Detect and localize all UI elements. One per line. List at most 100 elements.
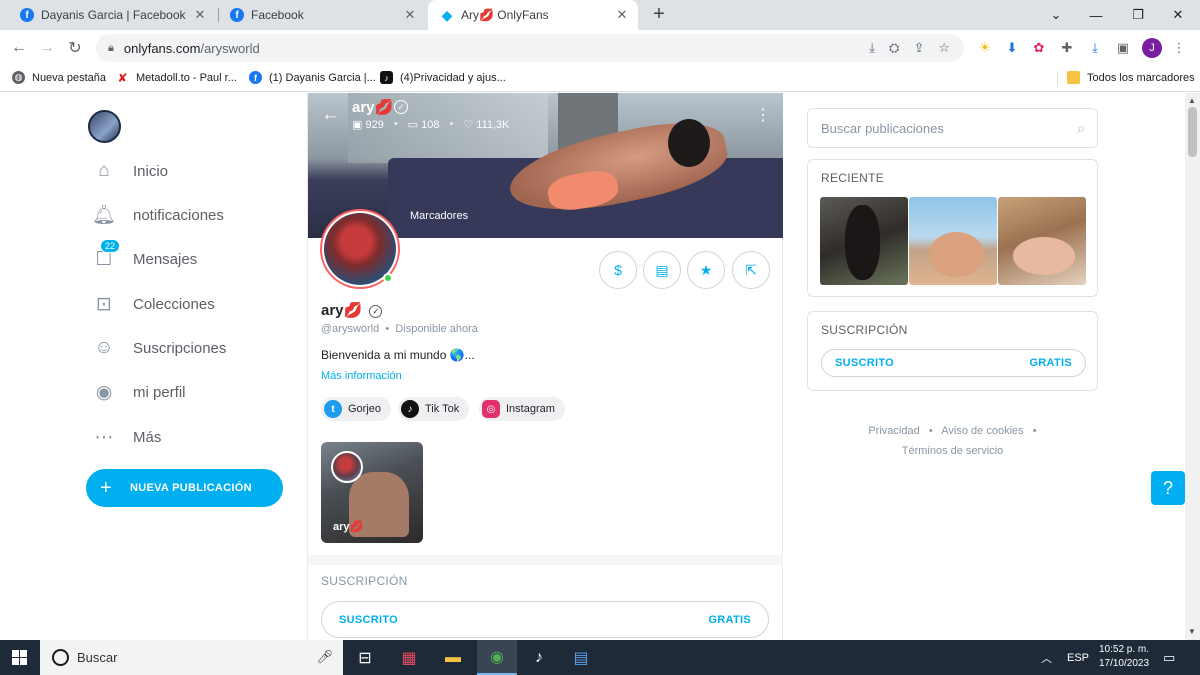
- bookmark-facebook[interactable]: f (1) Dayanis Garcia |...: [249, 71, 376, 84]
- scroll-up-icon[interactable]: ▲: [1188, 96, 1196, 105]
- search-icon[interactable]: ⌕: [1077, 120, 1085, 137]
- forward-arrow-icon[interactable]: →: [36, 38, 58, 58]
- chrome-menu-icon[interactable]: ⋮: [1170, 39, 1188, 57]
- chrome-taskbar-icon[interactable]: ◉: [477, 640, 517, 675]
- sidebar-item-subscriptions[interactable]: ☺ Suscripciones: [92, 335, 226, 361]
- share-icon[interactable]: ⇪: [913, 40, 924, 56]
- recent-thumbnail[interactable]: [909, 197, 997, 285]
- tray-chevron-icon[interactable]: ︿: [1041, 640, 1052, 675]
- tiktok-taskbar-icon[interactable]: ♪: [519, 640, 559, 675]
- tip-button[interactable]: $: [599, 251, 637, 289]
- lock-icon: 🔒︎: [108, 41, 114, 54]
- user-avatar[interactable]: [88, 110, 121, 143]
- sidebar-item-messages[interactable]: ☐ 22 Mensajes: [92, 239, 197, 272]
- download-extension-icon[interactable]: ⬇: [1003, 39, 1021, 57]
- subscribe-button[interactable]: SUSCRITO GRATIS: [321, 601, 769, 638]
- close-icon[interactable]: ✕: [402, 7, 418, 23]
- tab-title: Dayanis Garcia | Facebook: [41, 8, 186, 22]
- share-button[interactable]: ⇱: [732, 251, 770, 289]
- bookmark-new-tab[interactable]: ◍ Nueva pestaña: [12, 71, 106, 84]
- scroll-down-icon[interactable]: ▼: [1188, 627, 1196, 636]
- highlight-post[interactable]: ary💋: [321, 442, 423, 543]
- tab-search-chevron-icon[interactable]: ⌄: [1036, 0, 1076, 30]
- tab-facebook[interactable]: f Facebook ✕: [218, 0, 426, 30]
- weather-extension-icon[interactable]: ☀: [976, 39, 994, 57]
- language-indicator[interactable]: ESP: [1067, 640, 1089, 675]
- extensions-puzzle-icon[interactable]: ✚: [1058, 39, 1076, 57]
- tab-dayanis-facebook[interactable]: f Dayanis Garcia | Facebook ✕: [8, 0, 216, 30]
- facebook-icon: f: [249, 71, 262, 84]
- scrollbar[interactable]: ▲ ▼: [1185, 93, 1200, 640]
- close-icon[interactable]: ✕: [614, 7, 630, 23]
- bookmark-tiktok[interactable]: ♪ (4)Privacidad y ajus...: [380, 71, 506, 84]
- new-tab-button[interactable]: +: [648, 3, 670, 25]
- url-host: onlyfans.com: [123, 40, 201, 56]
- terms-link[interactable]: Términos de servicio: [902, 445, 1003, 457]
- sidebar-item-home[interactable]: ⌂ Inicio: [92, 158, 168, 184]
- dollar-icon: $: [614, 262, 622, 278]
- instagram-icon: ◎: [482, 400, 500, 418]
- sidebar-item-profile[interactable]: ◉ mi perfil: [92, 379, 186, 405]
- app-taskbar-icon[interactable]: ▤: [561, 640, 601, 675]
- likes-count: ♡ 111,3K: [463, 119, 510, 131]
- profile-avatar[interactable]: J: [1142, 38, 1162, 58]
- back-arrow-icon[interactable]: ←: [321, 104, 340, 126]
- task-view-icon[interactable]: ⊟: [345, 640, 385, 675]
- recent-thumbnail[interactable]: [998, 197, 1086, 285]
- microphone-icon[interactable]: 🎤︎: [316, 649, 333, 665]
- sidebar-item-collections[interactable]: ⊡ Colecciones: [92, 291, 215, 317]
- tab-title: Facebook: [251, 8, 304, 22]
- help-button[interactable]: ?: [1151, 471, 1185, 505]
- translate-icon[interactable]: ⛭: [889, 40, 899, 56]
- new-post-button[interactable]: + NUEVA PUBLICACIÓN: [86, 469, 283, 507]
- minimize-button[interactable]: —: [1076, 0, 1116, 30]
- all-bookmarks[interactable]: Todos los marcadores: [1067, 71, 1195, 84]
- cookies-link[interactable]: Aviso de cookies: [941, 425, 1023, 437]
- sidebar-item-notifications[interactable]: 🔔︎ notificaciones: [92, 202, 224, 228]
- back-arrow-icon[interactable]: ←: [8, 38, 30, 58]
- browser-tab-strip: f Dayanis Garcia | Facebook ✕ f Facebook…: [0, 0, 1200, 30]
- address-bar[interactable]: 🔒︎ onlyfans.com/arysworld ⤓ ⛭ ⇪ ☆: [96, 34, 964, 62]
- side-panel-icon[interactable]: ▣: [1114, 39, 1132, 57]
- bookmark-star-icon[interactable]: ☆: [938, 40, 950, 56]
- notifications-icon[interactable]: ▭: [1163, 640, 1175, 675]
- tiktok-icon: ♪: [401, 400, 419, 418]
- tab-onlyfans[interactable]: ◆ Ary💋 OnlyFans ✕: [428, 0, 638, 30]
- social-instagram[interactable]: ◎ Instagram: [479, 397, 565, 421]
- windows-start-icon[interactable]: [12, 650, 27, 665]
- home-icon: ⌂: [98, 160, 110, 181]
- subscribe-button[interactable]: SUSCRITO GRATIS: [821, 349, 1086, 377]
- install-app-icon[interactable]: ⤓: [869, 40, 875, 56]
- url-path: /arysworld: [200, 40, 260, 56]
- favorite-button[interactable]: ★: [687, 251, 725, 289]
- close-icon[interactable]: ✕: [192, 7, 208, 23]
- photo-extension-icon[interactable]: ✿: [1030, 39, 1048, 57]
- reload-icon[interactable]: ↻: [64, 38, 86, 58]
- privacy-link[interactable]: Privacidad: [868, 425, 919, 437]
- close-window-button[interactable]: ✕: [1158, 0, 1198, 30]
- social-tiktok[interactable]: ♪ Tik Tok: [398, 397, 470, 421]
- taskbar-search-input[interactable]: Buscar 🎤︎: [40, 640, 343, 675]
- availability-status: Disponible ahora: [395, 323, 478, 335]
- onlyfans-icon: ◆: [441, 6, 453, 23]
- bookmarks-label: Marcadores: [410, 210, 469, 222]
- subscriptions-icon: ☺: [94, 337, 114, 358]
- more-options-icon[interactable]: ⋮: [755, 105, 771, 125]
- profile-name: ary💋 ✓: [321, 301, 383, 319]
- heart-icon: ♡: [463, 119, 477, 131]
- scrollbar-thumb[interactable]: [1188, 107, 1197, 157]
- bookmark-metadoll[interactable]: ✘ Metadoll.to - Paul r...: [116, 71, 236, 85]
- post-author: ary💋: [333, 521, 364, 533]
- recent-thumbnail[interactable]: [820, 197, 908, 285]
- online-indicator: [383, 273, 393, 283]
- search-posts-input[interactable]: Buscar publicaciones ⌕: [807, 108, 1098, 148]
- downloads-icon[interactable]: ⤓: [1086, 39, 1104, 57]
- sidebar-item-more[interactable]: ⋯ Más: [92, 424, 162, 450]
- taskbar-clock[interactable]: 10:52 p. m. 17/10/2023: [1092, 643, 1156, 671]
- app-icon[interactable]: ▦: [389, 640, 429, 675]
- file-explorer-icon[interactable]: ▬: [433, 640, 473, 675]
- restore-button[interactable]: ❐: [1118, 0, 1158, 30]
- more-info-link[interactable]: Más información: [321, 370, 402, 382]
- social-twitter[interactable]: t Gorjeo: [321, 397, 392, 421]
- message-button[interactable]: ▤: [643, 251, 681, 289]
